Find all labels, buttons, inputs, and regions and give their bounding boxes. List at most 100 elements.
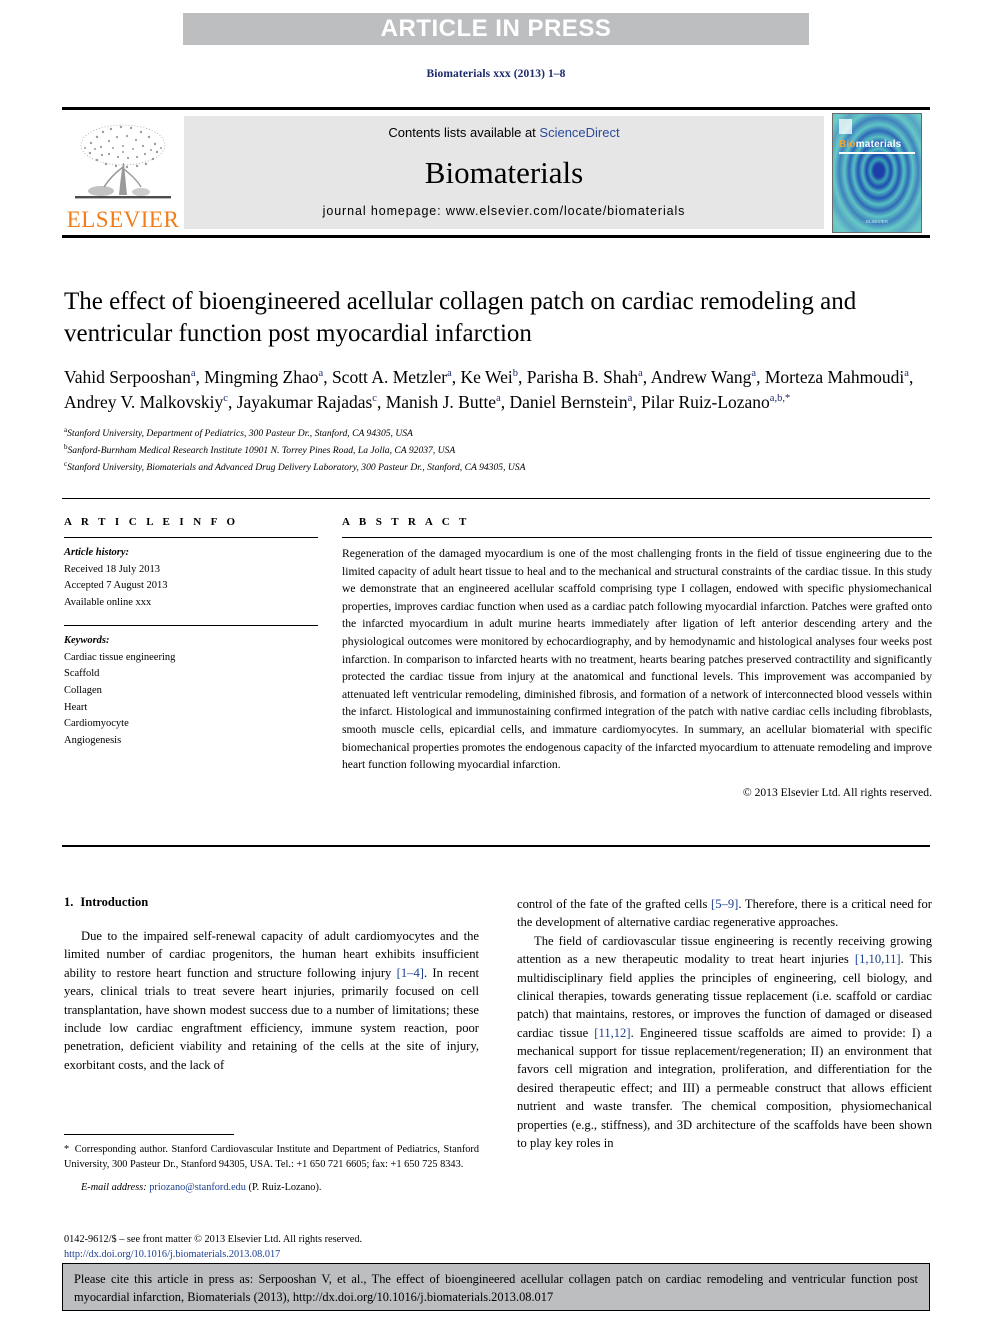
intro-p1c-pre: control of the fate of the grafted cells: [517, 897, 712, 911]
keyword-item: Cardiomyocyte: [64, 718, 129, 730]
journal-cover-wrapper: Biomaterials ELSEVIER: [824, 110, 930, 235]
affiliation-text: Stanford University, Biomaterials and Ad…: [67, 462, 526, 474]
intro-paragraph-1: Due to the impaired self-renewal capacit…: [64, 927, 479, 1074]
citation-ref-5-9[interactable]: [5–9]: [711, 897, 738, 911]
author-list: Vahid Serpooshana, Mingming Zhaoa, Scott…: [64, 366, 914, 413]
author-name: Daniel Bernstein: [509, 392, 628, 413]
issn-line: 0142-9612/$ – see front matter © 2013 El…: [64, 1234, 363, 1245]
affiliation-text: Stanford University, Department of Pedia…: [67, 428, 413, 440]
affiliation-text: Sanford-Burnham Medical Research Institu…: [67, 445, 456, 457]
intro-p2-post: . Engineered tissue scaffolds are aimed …: [517, 1025, 932, 1150]
author-affiliation-marker: a: [904, 367, 909, 379]
cover-footer-text: ELSEVIER: [865, 219, 888, 225]
elsevier-tree-icon: [75, 124, 171, 199]
author-affiliation-marker: a: [638, 367, 643, 379]
body-column-right: control of the fate of the grafted cells…: [517, 895, 932, 1152]
author-affiliation-marker: c: [372, 393, 377, 405]
please-cite-box: Please cite this article in press as: Se…: [62, 1263, 930, 1311]
author-affiliation-marker: a: [751, 367, 757, 379]
author-name: Jayakumar Rajadas: [236, 392, 373, 413]
introduction-heading: 1. Introduction: [64, 895, 479, 910]
affiliation-item: cStanford University, Biomaterials and A…: [64, 459, 934, 476]
affiliation-list: aStanford University, Department of Pedi…: [64, 425, 934, 476]
author-affiliation-marker: b: [512, 367, 519, 379]
author-name: Andrew Wang: [650, 366, 752, 387]
footnote-star-marker: *: [64, 1144, 70, 1155]
affiliation-item: bSanford-Burnham Medical Research Instit…: [64, 442, 934, 459]
article-info-rule: [64, 537, 318, 538]
abstract-text: Regeneration of the damaged myocardium i…: [342, 547, 932, 772]
issn-block: 0142-9612/$ – see front matter © 2013 El…: [64, 1232, 504, 1263]
introduction-heading-label: Introduction: [80, 895, 149, 909]
author-affiliation-marker: a: [496, 393, 501, 405]
keywords-label: Keywords:: [64, 635, 110, 647]
footnote-divider: [64, 1134, 234, 1135]
intro-p1-post: . In recent years, clinical trials to tr…: [64, 965, 479, 1072]
author-name: Scott A. Metzler: [331, 366, 448, 387]
intro-paragraph-1-cont: control of the fate of the grafted cells…: [517, 895, 932, 932]
elsevier-wordmark: ELSEVIER: [66, 207, 180, 232]
cover-title: Biomaterials: [839, 139, 901, 150]
journal-header: ELSEVIER Contents lists available at Sci…: [62, 107, 930, 238]
keywords-rule: [64, 625, 318, 627]
page-title: The effect of bioengineered acellular co…: [64, 288, 857, 348]
article-history-item: Received 18 July 2013: [64, 563, 160, 575]
abstract-rule: [342, 537, 932, 538]
introduction-number: 1.: [64, 895, 74, 909]
keyword-item: Scaffold: [64, 668, 100, 680]
journal-homepage-link[interactable]: journal homepage: www.elsevier.com/locat…: [323, 204, 686, 218]
title-block: The effect of bioengineered acellular co…: [64, 286, 934, 476]
author-affiliation-marker: a: [627, 393, 633, 405]
keyword-items: Cardiac tissue engineering Scaffold Collag…: [64, 650, 318, 749]
footnote-corresponding-text: Corresponding author. Stanford Cardiovas…: [64, 1144, 479, 1171]
keywords-block: Keywords: Cardiac tissue engineering Scaf…: [64, 633, 318, 749]
author-affiliation-marker: a,b,*: [769, 393, 791, 405]
keyword-item: Angiogenesis: [64, 734, 122, 746]
article-history-block: Article history: Received 18 July 2013 Ac…: [64, 545, 318, 611]
abstract-column: A B S T R A C T Regeneration of the dama…: [342, 516, 932, 799]
author-name: Ke Wei: [460, 366, 513, 387]
intro-paragraph-2: The field of cardiovascular tissue engin…: [517, 932, 932, 1153]
article-history-item: Available online xxx: [64, 596, 152, 608]
author-name: Mingming Zhao: [204, 366, 319, 387]
keyword-item: Collagen: [64, 685, 102, 697]
author-name: Morteza Mahmoudi: [764, 366, 905, 387]
sciencedirect-link[interactable]: ScienceDirect: [539, 125, 619, 140]
keyword-item: Cardiac tissue engineering: [64, 651, 176, 663]
author-name: Manish J. Butte: [385, 392, 497, 413]
author-affiliation-marker: a: [190, 367, 196, 379]
author-name: Andrey V. Malkovskiy: [64, 392, 224, 413]
citation-ref-1-4[interactable]: [1–4]: [397, 966, 424, 980]
article-info-heading: A R T I C L E I N F O: [64, 516, 239, 528]
citation-ref-11-12[interactable]: [11,12]: [594, 1026, 630, 1040]
cover-title-part2: materials: [855, 138, 902, 150]
author-affiliation-marker: c: [223, 393, 228, 405]
email-label: E-mail address:: [81, 1182, 147, 1194]
email-link[interactable]: priozano@stanford.edu: [149, 1182, 246, 1193]
cover-badge-icon: [839, 118, 852, 134]
cover-title-part1: Bio: [839, 138, 856, 150]
author-name: Pilar Ruiz-Lozano: [641, 392, 770, 413]
article-history-items: Received 18 July 2013 Accepted 7 August 2…: [64, 562, 318, 612]
corresponding-author-footnote: * Corresponding author. Stanford Cardiov…: [64, 1142, 479, 1195]
author-name: Vahid Serpooshan: [64, 366, 191, 387]
please-cite-text: Please cite this article in press as: Se…: [74, 1272, 918, 1304]
article-in-press-banner: ARTICLE IN PRESS: [183, 13, 809, 45]
article-in-press-label: ARTICLE IN PRESS: [380, 15, 612, 42]
journal-header-center: Contents lists available at ScienceDirec…: [184, 116, 824, 229]
doi-link[interactable]: http://dx.doi.org/10.1016/j.biomaterials…: [64, 1247, 504, 1262]
cover-divider: [839, 151, 915, 154]
affiliation-item: aStanford University, Department of Pedi…: [64, 425, 934, 442]
journal-title: Biomaterials: [424, 154, 584, 190]
abstract-heading: A B S T R A C T: [342, 516, 470, 528]
info-band-bottom-rule: [62, 845, 930, 847]
running-head: Biomaterials xxx (2013) 1–8: [426, 68, 566, 80]
keyword-item: Heart: [64, 701, 88, 713]
article-history-item: Accepted 7 August 2013: [64, 580, 168, 592]
info-band-top-rule: [62, 498, 930, 499]
body-column-left: 1. Introduction Due to the impaired self-…: [64, 895, 479, 1074]
author-name: Parisha B. Shah: [526, 366, 639, 387]
citation-ref-1-10-11[interactable]: [1,10,11]: [855, 952, 901, 966]
author-affiliation-marker: a: [318, 367, 324, 379]
elsevier-logo: ELSEVIER: [62, 110, 184, 235]
